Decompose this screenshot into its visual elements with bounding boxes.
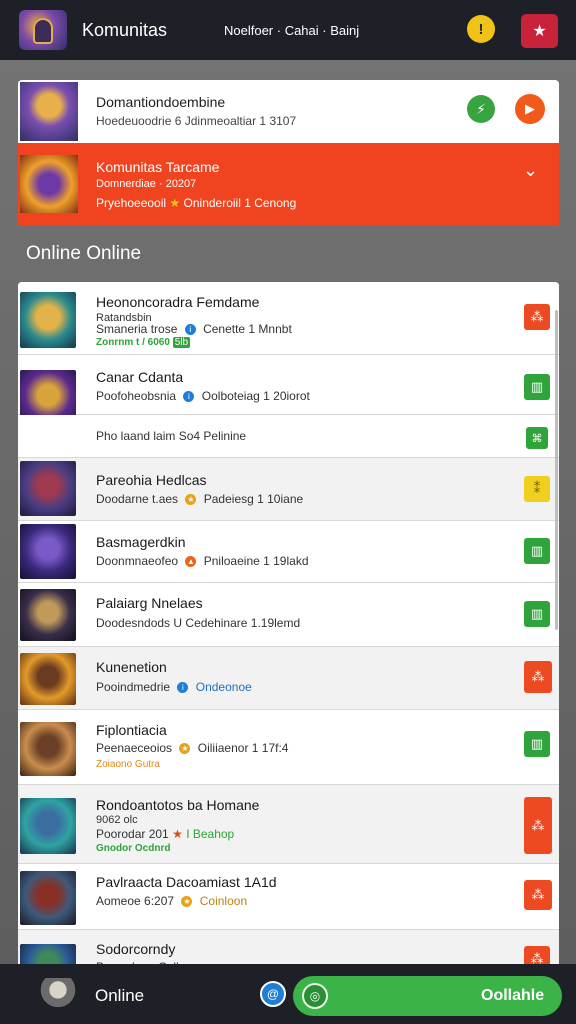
app-title: Komunitas <box>82 20 168 40</box>
pinned-card[interactable]: Domantiondoembine Hoedeuoodrie 6 Jdinmeo… <box>18 80 559 143</box>
star-icon: ★ <box>172 827 183 841</box>
item-meta: Pho laand laim So4 Pelinine <box>96 429 247 443</box>
star-icon: ★ <box>179 743 191 755</box>
community-list: Heononcoradra Femdame Ratandsbin Smaneri… <box>18 282 559 972</box>
open-button[interactable]: ▥ <box>524 538 550 564</box>
chevron-down-icon[interactable]: ⌄ <box>523 160 538 181</box>
game-thumbnail <box>20 461 76 516</box>
item-meta: Poofoheobsnia i Oolboteiag 1 20iorot <box>96 389 310 403</box>
cta-label: Oollahle <box>481 987 545 1004</box>
game-thumbnail <box>20 155 78 213</box>
star-icon: ★ <box>181 896 193 908</box>
list-item[interactable]: Pavlraacta Dacoamiast 1A1d Aomeoe 6:207 … <box>18 864 559 930</box>
item-name: Kunenetion <box>96 659 167 675</box>
item-status: Gnodor Ocdnrd <box>96 843 171 854</box>
star-icon: ★ <box>169 196 181 210</box>
star-icon[interactable]: ★ <box>521 14 558 48</box>
item-meta: Smaneria trose i Cenette 1 Mnnbt <box>96 322 292 336</box>
card-subtitle: Domnerdiae · 20207 <box>96 178 197 190</box>
at-icon[interactable]: @ <box>260 981 286 1007</box>
game-thumbnail <box>20 82 78 141</box>
game-thumbnail <box>20 871 76 925</box>
game-thumbnail <box>20 292 76 348</box>
item-name: Sodorcorndy <box>96 941 176 957</box>
list-item[interactable]: Palaiarg Nnelaes Doodesndods U Cedehinar… <box>18 583 559 647</box>
item-name: Heononcoradra Femdame <box>96 294 260 310</box>
item-name: Basmagerdkin <box>96 534 186 550</box>
item-meta: Doodesndods U Cedehinare 1.19lemd <box>96 616 301 630</box>
item-status: Zonrnm t / 6060 5lb <box>96 337 191 348</box>
list-item[interactable]: Pareohia Hedlcas Doodarne t.aes ★ Padeie… <box>18 458 559 521</box>
bottom-status-label: Online <box>95 986 145 1005</box>
list-item[interactable]: Heononcoradra Femdame Ratandsbin Smaneri… <box>18 282 559 355</box>
list-subitem[interactable]: Pho laand laim So4 Pelinine ⌘ <box>18 415 559 458</box>
header-tagline: Noelfoer · Cahai · Bainj <box>224 23 360 38</box>
open-button[interactable]: ⌘ <box>526 427 548 449</box>
favorite-button[interactable]: ⁑ <box>524 476 550 502</box>
item-meta: Doodarne t.aes ★ Padeiesg 1 10iane <box>96 492 304 506</box>
card-subtitle: Hoedeuoodrie 6 Jdinmeoaltiar 1 3107 <box>96 114 297 128</box>
item-name: Pareohia Hedlcas <box>96 472 207 488</box>
card-name: Domantiondoembine <box>96 94 226 110</box>
info-icon: i <box>183 391 195 403</box>
item-meta: Peenaeceoios ★ Oiliiaenor 1 17f:4 <box>96 741 289 755</box>
join-button[interactable]: ⁂ <box>524 661 552 693</box>
card-meta: Pryehoeeooil ★ Oninderoiil 1 Cenong <box>96 196 297 210</box>
fire-icon: ▲ <box>185 556 197 568</box>
item-meta: Doonmnaeofeo ▲ Pniloaeine 1 19lakd <box>96 554 309 568</box>
avatar[interactable] <box>40 978 76 1012</box>
item-name: Palaiarg Nnelaes <box>96 595 203 611</box>
join-button[interactable]: ⁂ <box>524 797 552 854</box>
join-button[interactable]: ⁂ <box>524 304 550 330</box>
list-item[interactable]: Fiplontiacia Peenaeceoios ★ Oiliiaenor 1… <box>18 710 559 785</box>
section-title: Online Online <box>26 243 142 264</box>
game-thumbnail <box>20 589 76 641</box>
list-item[interactable]: Basmagerdkin Doonmnaeofeo ▲ Pniloaeine 1… <box>18 521 559 583</box>
game-thumbnail <box>20 722 76 776</box>
list-item[interactable]: Rondoantotos ba Homane 9062 olc Poorodar… <box>18 785 559 864</box>
item-tag: 9062 olc <box>96 814 138 826</box>
list-item[interactable]: Canar Cdanta Poofoheobsnia i Oolboteiag … <box>18 355 559 426</box>
list-item[interactable]: Kunenetion Pooindmedrie i Ondeonoe ⁂ <box>18 647 559 710</box>
open-button[interactable]: ▥ <box>524 374 550 400</box>
scrollbar[interactable] <box>555 310 558 630</box>
alert-icon[interactable]: ! <box>467 15 495 43</box>
star-icon: ★ <box>185 494 197 506</box>
item-name: Canar Cdanta <box>96 369 184 385</box>
chat-icon: ◎ <box>302 983 328 1009</box>
game-thumbnail <box>20 798 76 854</box>
info-icon: i <box>184 324 196 336</box>
active-community-card[interactable]: Komunitas Tarcame Domnerdiae · 20207 Pry… <box>18 143 559 225</box>
play-icon[interactable]: ▶ <box>515 94 545 124</box>
game-thumbnail <box>20 524 76 579</box>
item-meta: Aomeoe 6:207 ★ Coinloon <box>96 894 248 908</box>
app-logo[interactable] <box>19 10 67 50</box>
bolt-icon[interactable]: ⚡ <box>467 95 495 123</box>
info-icon: i <box>177 682 189 694</box>
join-button[interactable]: ⁂ <box>524 880 552 910</box>
item-meta: Pooindmedrie i Ondeonoe <box>96 680 252 694</box>
item-name: Fiplontiacia <box>96 722 167 738</box>
item-name: Pavlraacta Dacoamiast 1A1d <box>96 874 277 890</box>
card-name: Komunitas Tarcame <box>96 159 220 175</box>
item-status: Zoiaono Gutra <box>96 759 160 770</box>
item-name: Rondoantotos ba Homane <box>96 797 260 813</box>
open-button[interactable]: ▥ <box>524 601 550 627</box>
game-thumbnail <box>20 653 76 705</box>
open-button[interactable]: ▥ <box>524 731 550 757</box>
item-meta: Poorodar 201 ★ I Beahop <box>96 827 235 841</box>
